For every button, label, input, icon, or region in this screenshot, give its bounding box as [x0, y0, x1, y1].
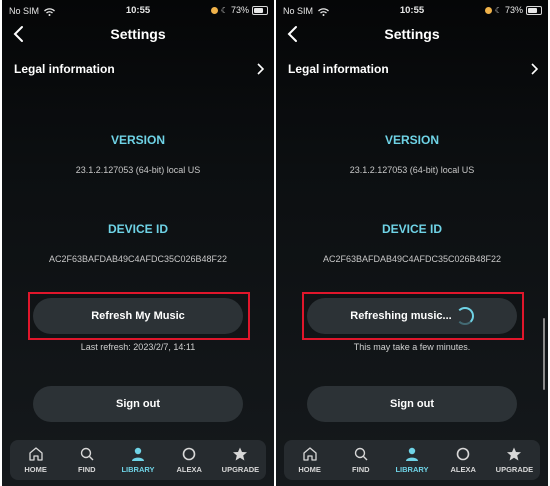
tab-find[interactable]: FIND [335, 440, 386, 480]
chevron-right-icon [531, 63, 538, 75]
home-icon [28, 447, 43, 461]
alexa-ring-icon [456, 447, 470, 461]
tab-home-label: HOME [298, 465, 321, 474]
star-icon [233, 447, 248, 461]
battery-icon [252, 5, 268, 15]
device-id-value: AC2F63BAFDAB49C4AFDC35C026B48F22 [322, 254, 502, 264]
header: Settings [2, 22, 274, 48]
refresh-button-label: Refresh My Music [91, 310, 185, 322]
tab-alexa[interactable]: ALEXA [438, 440, 489, 480]
tab-find-label: FIND [352, 465, 370, 474]
sign-out-label: Sign out [390, 398, 434, 410]
refreshing-music-button[interactable]: Refreshing music... [307, 298, 517, 334]
person-icon [406, 447, 418, 461]
legal-information-label: Legal information [288, 62, 389, 76]
version-value: 23.1.2.127053 (64-bit) local US [349, 165, 475, 175]
status-bar: No SIM 10:55 ☾ 73% [2, 0, 274, 22]
legal-information-row[interactable]: Legal information [14, 58, 264, 80]
chevron-right-icon [257, 63, 264, 75]
tab-home-label: HOME [24, 465, 47, 474]
tab-library-label: LIBRARY [121, 465, 155, 474]
refresh-my-music-button[interactable]: Refresh My Music [33, 298, 243, 334]
tab-home[interactable]: HOME [10, 440, 61, 480]
battery-percent: 73% [230, 5, 249, 15]
last-refresh-text: Last refresh: 2023/2/7, 14:11 [80, 342, 196, 352]
tab-upgrade[interactable]: UPGRADE [489, 440, 540, 480]
person-icon [132, 447, 144, 461]
recording-dot-icon [484, 6, 492, 14]
phone-screen-before: No SIM 10:55 ☾ 73% Settings Legal inform… [2, 0, 274, 486]
tab-find[interactable]: FIND [61, 440, 112, 480]
alexa-ring-icon [182, 447, 196, 461]
version-heading: VERSION [384, 133, 439, 147]
phone-screen-after: No SIM 10:55 ☾ 73% Settings Legal inform… [276, 0, 548, 486]
sign-out-button[interactable]: Sign out [33, 386, 243, 422]
status-bar: No SIM 10:55 ☾ 73% [276, 0, 548, 22]
loading-spinner-icon [455, 307, 474, 325]
refreshing-label: Refreshing music... [350, 310, 452, 322]
page-title: Settings [110, 26, 166, 42]
bottom-tab-bar: HOME FIND LIBRARY ALEXA UPGRADE [284, 440, 540, 480]
tab-upgrade-label: UPGRADE [221, 465, 260, 474]
recording-dot-icon [210, 6, 218, 14]
search-icon [80, 447, 94, 461]
bottom-tab-bar: HOME FIND LIBRARY ALEXA UPGRADE [10, 440, 266, 480]
tab-upgrade-label: UPGRADE [495, 465, 534, 474]
moon-icon: ☾ [220, 5, 228, 15]
device-id-heading: DEVICE ID [381, 222, 442, 236]
home-icon [302, 447, 317, 461]
tab-alexa-label: ALEXA [176, 465, 202, 474]
header: Settings [276, 22, 548, 48]
star-icon [507, 447, 522, 461]
tab-upgrade[interactable]: UPGRADE [215, 440, 266, 480]
tab-home[interactable]: HOME [284, 440, 335, 480]
sign-out-button[interactable]: Sign out [307, 386, 517, 422]
tab-library-label: LIBRARY [395, 465, 429, 474]
moon-icon: ☾ [494, 5, 502, 15]
battery-percent: 73% [504, 5, 523, 15]
battery-icon [526, 5, 542, 15]
legal-information-row[interactable]: Legal information [288, 58, 538, 80]
legal-information-label: Legal information [14, 62, 115, 76]
version-value: 23.1.2.127053 (64-bit) local US [75, 165, 201, 175]
device-id-value: AC2F63BAFDAB49C4AFDC35C026B48F22 [48, 254, 228, 264]
status-right-group: ☾ 73% [210, 5, 268, 15]
device-id-heading: DEVICE ID [107, 222, 168, 236]
scrollbar[interactable] [543, 318, 545, 390]
search-icon [354, 447, 368, 461]
tab-library[interactable]: LIBRARY [386, 440, 437, 480]
tab-alexa[interactable]: ALEXA [164, 440, 215, 480]
page-title: Settings [384, 26, 440, 42]
tab-alexa-label: ALEXA [450, 465, 476, 474]
tab-find-label: FIND [78, 465, 96, 474]
sign-out-label: Sign out [116, 398, 160, 410]
status-right-group: ☾ 73% [484, 5, 542, 15]
tab-library[interactable]: LIBRARY [112, 440, 163, 480]
version-heading: VERSION [110, 133, 165, 147]
refresh-note-text: This may take a few minutes. [353, 342, 471, 352]
